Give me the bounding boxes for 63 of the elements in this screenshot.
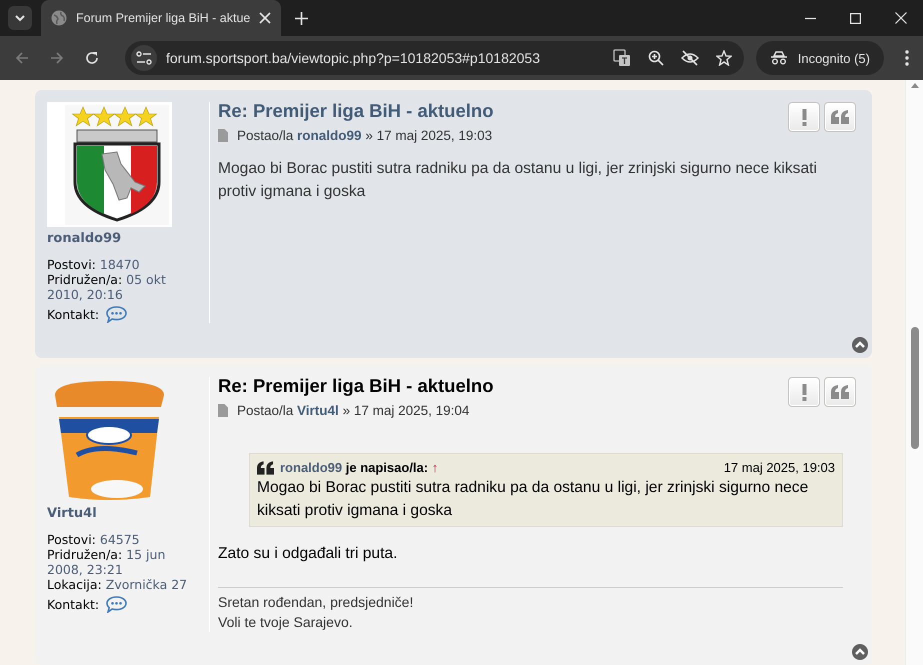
post-title[interactable]: Re: Premijer liga BiH - aktuelno	[218, 375, 494, 397]
jump-to-post-link[interactable]: ↑	[432, 460, 438, 475]
browser-tab[interactable]: Forum Premijer liga BiH - aktue	[41, 0, 282, 36]
eye-slash-icon[interactable]	[680, 50, 699, 66]
close-icon[interactable]	[895, 12, 907, 24]
post-body: Zato su i odgađali tri puta.	[218, 544, 398, 564]
new-tab-icon[interactable]	[295, 12, 308, 24]
maximize-icon[interactable]	[850, 12, 861, 24]
author-link[interactable]: ronaldo99	[297, 128, 362, 143]
menu-icon[interactable]	[905, 50, 909, 66]
reload-icon[interactable]	[85, 51, 99, 65]
quote-citation: ronaldo99 je napisao/la: ↑	[280, 460, 438, 475]
exclamation-icon	[802, 108, 806, 126]
author-link[interactable]: Virtu4l	[297, 403, 339, 418]
globe-icon	[51, 10, 67, 26]
profile-stat: Lokacija: Zvornička 27	[47, 577, 188, 592]
profile-stat: Pridružen/a: 05 okt 2010, 20:16	[47, 272, 167, 302]
incognito-button[interactable]: Incognito (5)	[756, 41, 884, 75]
post-body: Mogao bi Borac pustiti sutra radniku pa da ostanu u ligi, jer zrinjski sigurno nece kiksati protiv igmana i goska	[218, 159, 818, 202]
quote-button[interactable]	[824, 102, 856, 132]
quote-text: Mogao bi Borac pustiti sutra radniku pa da ostanu u ligi, jer zrinjski sigurno nece kiksati protiv igmana i goska	[257, 478, 810, 521]
signature-line: Voli te tvoje Sarajevo.	[218, 613, 354, 632]
contact-label: Kontakt:	[47, 597, 100, 612]
document-icon	[218, 129, 228, 142]
exclamation-icon	[802, 384, 806, 400]
contact-label: Kontakt:	[47, 307, 100, 322]
quote-date: 17 maj 2025, 19:03	[724, 460, 835, 475]
scrollbar-thumb[interactable]	[910, 327, 918, 449]
report-button[interactable]	[788, 102, 820, 132]
back-arrow-icon[interactable]	[15, 51, 29, 65]
tab-title: Forum Premijer liga BiH - aktue	[76, 11, 250, 25]
profile-stat: Postovi: 18470	[47, 257, 141, 272]
scrollbar[interactable]	[905, 80, 923, 665]
username-link[interactable]: Virtu4l	[47, 506, 197, 521]
profile-stat: Pridružen/a: 15 jun 2008, 23:21	[47, 547, 166, 577]
quote-icon	[257, 460, 274, 474]
profile-stat: Postovi: 64575	[47, 532, 141, 547]
document-icon	[218, 404, 228, 417]
quote-author-link[interactable]: ronaldo99	[280, 460, 342, 475]
scroll-up-icon[interactable]	[910, 83, 918, 88]
post-title[interactable]: Re: Premijer liga BiH - aktuelno	[218, 100, 494, 122]
post-byline: Postao/la Virtu4l » 17 maj 2025, 19:04	[237, 403, 470, 418]
report-button[interactable]	[788, 377, 820, 407]
username-link[interactable]: ronaldo99	[47, 231, 197, 246]
star-icon[interactable]	[716, 50, 732, 66]
incognito-icon	[770, 51, 788, 65]
signature-line: Sretan rođendan, predsjedniče!	[218, 593, 414, 612]
close-icon[interactable]	[259, 12, 272, 24]
back-to-top-icon[interactable]	[852, 644, 868, 660]
url-text: forum.sportsport.ba/viewtopic.php?p=10182053#p10182053	[166, 50, 540, 66]
zoom-icon[interactable]	[648, 50, 664, 66]
quote-icon	[831, 385, 849, 399]
tab-search-button[interactable]	[8, 6, 32, 30]
speech-bubble-icon[interactable]	[106, 596, 128, 613]
post-byline: Postao/la ronaldo99 » 17 maj 2025, 19:03	[237, 128, 492, 143]
back-to-top-icon[interactable]	[852, 337, 868, 353]
translate-icon[interactable]	[612, 49, 631, 67]
address-bar[interactable]: forum.sportsport.ba/viewtopic.php?p=10182053#p10182053	[125, 41, 744, 75]
quote-icon	[831, 110, 849, 124]
forward-arrow-icon[interactable]	[50, 51, 64, 65]
site-info-icon[interactable]	[131, 45, 157, 71]
speech-bubble-icon[interactable]	[106, 306, 128, 323]
quote-button[interactable]	[824, 377, 856, 407]
